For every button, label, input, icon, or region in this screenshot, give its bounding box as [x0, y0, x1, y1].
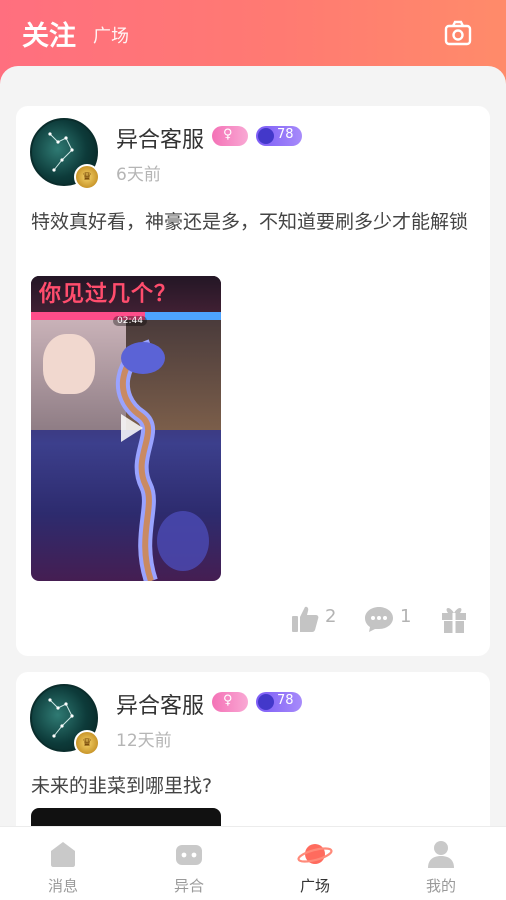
level-value: 78 — [277, 127, 294, 142]
vip-badge-icon: ♛ — [74, 730, 100, 756]
message-icon — [51, 842, 75, 867]
tab-label: 异合 — [173, 877, 204, 895]
crown-icon — [258, 694, 274, 710]
post-time: 12天前 — [116, 731, 172, 751]
tab-label: 广场 — [299, 877, 330, 895]
crown-icon — [258, 128, 274, 144]
profile-icon — [428, 841, 454, 868]
tab-label: 我的 — [425, 877, 456, 895]
post-text: 特效真好看，神豪还是多，不知道要刷多少才能解锁 — [31, 211, 469, 233]
gender-badge: ♀ — [212, 126, 248, 146]
like-icon[interactable] — [290, 604, 320, 634]
like-count: 2 — [325, 606, 337, 627]
planet-icon — [297, 844, 333, 864]
dragon-effect-icon — [116, 339, 209, 581]
feed[interactable]: ♛ 异合客服 ♀ 78 6天前 特效真好看，神豪还是多，不知道要刷多少才能解锁 … — [0, 66, 506, 826]
post-actions: 2 1 — [16, 604, 490, 644]
bottom-tab-bar: 消息 异合 广场 我的 — [0, 826, 506, 900]
tab-yihe[interactable]: 异合 — [126, 827, 252, 900]
streamer-figure — [43, 334, 95, 394]
female-icon: ♀ — [223, 693, 233, 708]
tab-label: 消息 — [47, 877, 78, 895]
comment-icon[interactable] — [364, 605, 394, 633]
username[interactable]: 异合客服 — [116, 688, 204, 720]
tab-messages[interactable]: 消息 — [0, 827, 126, 900]
username[interactable]: 异合客服 — [116, 122, 204, 154]
camera-icon[interactable] — [444, 20, 472, 46]
vip-badge-icon: ♛ — [74, 164, 100, 190]
tab-square[interactable]: 广场 — [252, 827, 378, 900]
video-thumbnail[interactable]: 你见过几个？ 02:44 — [31, 276, 221, 581]
video-timer: 02:44 — [113, 316, 147, 326]
tab-profile[interactable]: 我的 — [378, 827, 504, 900]
tab-square[interactable]: 广场 — [93, 22, 129, 48]
gender-badge: ♀ — [212, 692, 248, 712]
play-icon[interactable] — [109, 408, 149, 448]
post-text: 未来的韭菜到哪里找? — [31, 775, 213, 797]
post-card[interactable]: ♛ 异合客服 ♀ 78 12天前 未来的韭菜到哪里找? — [16, 672, 490, 826]
comment-count: 1 — [400, 606, 412, 627]
post-time: 6天前 — [116, 165, 161, 185]
post-card[interactable]: ♛ 异合客服 ♀ 78 6天前 特效真好看，神豪还是多，不知道要刷多少才能解锁 … — [16, 106, 490, 656]
gift-icon[interactable] — [440, 604, 468, 634]
level-badge: 78 — [256, 126, 302, 146]
video-thumbnail[interactable] — [31, 808, 221, 826]
tab-following[interactable]: 关注 — [22, 14, 76, 53]
video-banner-text: 你见过几个？ — [39, 282, 178, 307]
game-controller-icon — [176, 845, 202, 865]
level-value: 78 — [277, 693, 294, 708]
level-badge: 78 — [256, 692, 302, 712]
female-icon: ♀ — [223, 127, 233, 142]
